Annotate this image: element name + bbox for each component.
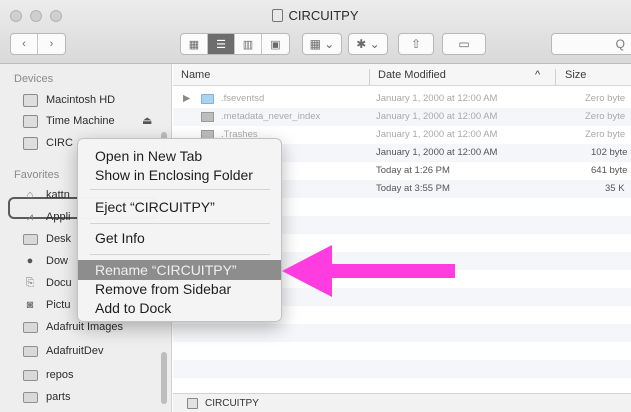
column-header-row: Name Date Modified ^ Size	[173, 64, 631, 86]
hard-drive-icon	[22, 93, 38, 107]
folder-icon	[22, 344, 38, 358]
menu-item-open-in-new-tab[interactable]: Open in New Tab	[78, 146, 281, 166]
annotation-arrow-icon	[282, 245, 455, 297]
sidebar-item-label: Dow	[46, 255, 69, 267]
menu-item-show-in-enclosing-folder[interactable]: Show in Enclosing Folder	[78, 165, 281, 185]
column-divider[interactable]	[555, 69, 556, 85]
file-date: January 1, 2000 at 12:00 AM	[376, 93, 498, 104]
sidebar-item-label: kattn	[46, 189, 70, 201]
column-header-size[interactable]: Size	[565, 69, 586, 81]
applications-icon: ⩘	[26, 210, 34, 223]
context-menu: Open in New Tab Show in Enclosing Folder…	[77, 138, 282, 322]
forward-button[interactable]: ›	[38, 34, 65, 54]
sidebar-item-macintosh-hd[interactable]: Macintosh HD	[22, 90, 164, 110]
file-size: 102 byte	[591, 147, 628, 158]
column-header-name[interactable]: Name	[181, 69, 210, 81]
time-machine-icon	[22, 114, 38, 128]
back-button[interactable]: ‹	[11, 34, 38, 54]
empty-row	[173, 360, 631, 378]
file-name: .metadata_never_index	[221, 111, 321, 122]
menu-item-rename[interactable]: Rename “CIRCUITPY”	[78, 260, 281, 280]
file-date: January 1, 2000 at 12:00 AM	[376, 129, 498, 140]
sidebar-item-label: Desk	[46, 233, 72, 245]
cover-flow-icon[interactable]: ▣	[262, 34, 289, 54]
file-name: .fseventsd	[221, 93, 265, 104]
finder-window: CIRCUITPY ‹ › ▦ ☰ ▥ ▣ ▦ ⌄ ✱ ⌄ ⇧ ▭ Q Devi…	[0, 0, 631, 412]
window-title-text: CIRCUITPY	[288, 8, 359, 23]
path-bar-item[interactable]: CIRCUITPY	[205, 398, 259, 409]
empty-row	[173, 342, 631, 360]
action-button[interactable]: ✱ ⌄	[348, 33, 388, 55]
search-icon: Q	[615, 37, 625, 51]
folder-icon	[22, 232, 38, 246]
drive-icon	[272, 9, 284, 22]
empty-row	[173, 324, 631, 342]
sidebar-item-label: Docu	[46, 277, 72, 289]
folder-icon	[22, 390, 38, 404]
tags-button[interactable]: ▭	[442, 33, 486, 55]
file-size: 641 byte	[591, 165, 628, 176]
menu-separator	[90, 189, 270, 190]
menu-item-add-to-dock[interactable]: Add to Dock	[78, 298, 281, 318]
sidebar-item-adafruitdev[interactable]: AdafruitDev	[22, 341, 164, 361]
menu-item-get-info[interactable]: Get Info	[78, 228, 281, 248]
file-size: 35 K	[605, 183, 625, 194]
favorites-header: Favorites	[14, 169, 60, 181]
table-row[interactable]: ▶ .fseventsd January 1, 2000 at 12:00 AM…	[173, 90, 631, 108]
document-icon	[201, 112, 214, 122]
camera-icon: ◙	[26, 299, 34, 311]
back-forward-control: ‹ ›	[10, 33, 66, 55]
menu-separator	[90, 223, 270, 224]
menu-separator	[90, 254, 270, 255]
arrange-button[interactable]: ▦ ⌄	[302, 33, 342, 55]
eject-icon[interactable]: ⏏	[142, 114, 152, 127]
icon-view-icon[interactable]: ▦	[181, 34, 208, 54]
file-size: Zero byte	[585, 111, 626, 122]
sidebar-item-label: Time Machine	[46, 115, 115, 127]
devices-header: Devices	[14, 73, 54, 85]
list-view-icon[interactable]: ☰	[208, 34, 235, 54]
search-field[interactable]: Q	[551, 33, 631, 55]
sidebar-item-label: Macintosh HD	[46, 94, 116, 106]
file-size: Zero byte	[585, 129, 626, 140]
column-divider[interactable]	[369, 69, 370, 85]
sidebar-item-label: parts	[46, 391, 71, 403]
sidebar-item-parts[interactable]: parts	[22, 387, 164, 407]
sidebar-item-label: AdafruitDev	[46, 345, 104, 357]
file-date: Today at 3:55 PM	[376, 183, 450, 194]
file-size: Zero byte	[585, 93, 626, 104]
file-date: January 1, 2000 at 12:00 AM	[376, 111, 498, 122]
sidebar-item-label: Pictu	[46, 299, 71, 311]
share-button[interactable]: ⇧	[398, 33, 434, 55]
drive-icon	[22, 136, 38, 150]
sidebar-item-label: Adafruit Images	[46, 321, 124, 333]
home-icon: ⌂	[26, 189, 34, 201]
window-title: CIRCUITPY	[0, 8, 631, 23]
column-header-date-modified[interactable]: Date Modified	[378, 69, 446, 81]
sort-indicator-icon: ^	[535, 69, 541, 81]
path-bar: CIRCUITPY	[173, 393, 631, 412]
downloads-icon: ●	[26, 255, 34, 267]
document-icon: ⎘	[25, 276, 35, 289]
sidebar-item-repos[interactable]: repos	[22, 365, 164, 385]
sidebar-item-time-machine[interactable]: Time Machine ⏏	[22, 111, 164, 131]
menu-item-eject[interactable]: Eject “CIRCUITPY”	[78, 197, 281, 217]
disclosure-triangle-icon[interactable]: ▶	[183, 93, 190, 104]
folder-icon	[201, 94, 214, 104]
sidebar-item-label: Appli	[46, 211, 71, 223]
folder-icon	[22, 320, 38, 334]
menu-item-remove-from-sidebar[interactable]: Remove from Sidebar	[78, 279, 281, 299]
view-mode-control: ▦ ☰ ▥ ▣	[180, 33, 290, 55]
file-date: Today at 1:26 PM	[376, 165, 450, 176]
column-view-icon[interactable]: ▥	[235, 34, 262, 54]
table-row[interactable]: .metadata_never_index January 1, 2000 at…	[173, 108, 631, 126]
folder-icon	[22, 368, 38, 382]
drive-icon	[187, 398, 198, 409]
sidebar-item-label: repos	[46, 369, 74, 381]
file-date: January 1, 2000 at 12:00 AM	[376, 147, 498, 158]
sidebar-item-label: CIRC	[46, 137, 73, 149]
toolbar: CIRCUITPY ‹ › ▦ ☰ ▥ ▣ ▦ ⌄ ✱ ⌄ ⇧ ▭ Q	[0, 0, 631, 64]
